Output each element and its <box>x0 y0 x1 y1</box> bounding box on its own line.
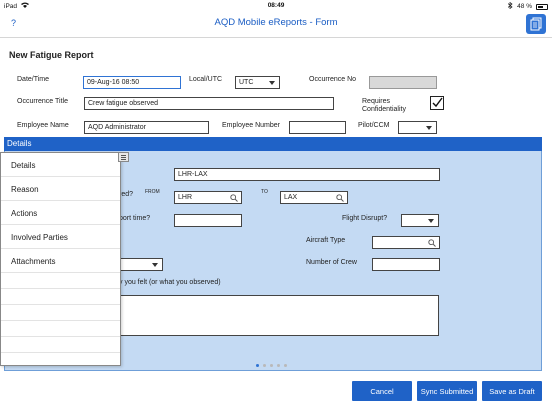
employee-number-input[interactable] <box>289 121 346 134</box>
page-indicator[interactable] <box>256 364 287 367</box>
local-utc-label: Local/UTC <box>189 76 223 83</box>
requires-confidentiality-label-2: Confidentiality <box>362 106 406 113</box>
menu-item-reason[interactable]: Reason <box>1 177 120 201</box>
page-dot[interactable] <box>284 364 287 367</box>
date-time-label: Date/Time <box>17 76 50 83</box>
menu-empty-row <box>1 289 120 305</box>
occurrence-title-label: Occurrence Title <box>17 98 68 105</box>
date-time-input[interactable]: 09-Aug-16 08:50 <box>83 76 181 89</box>
search-icon <box>336 194 344 202</box>
page-dot[interactable] <box>277 364 280 367</box>
checkmark-icon <box>432 97 443 108</box>
menu-item-actions[interactable]: Actions <box>1 201 120 225</box>
page-dot[interactable] <box>263 364 266 367</box>
employee-name-label: Employee Name <box>17 122 69 129</box>
sync-submitted-button[interactable]: Sync Submitted <box>417 381 477 401</box>
employee-name-input[interactable]: AQD Administrator <box>84 121 209 134</box>
route-input[interactable]: LHR-LAX <box>174 168 440 181</box>
flight-disrupt-label: Flight Disrupt? <box>342 215 388 222</box>
section-menu: Details Reason Actions Involved Parties … <box>0 152 121 366</box>
flight-disrupt-select[interactable] <box>401 214 439 227</box>
pilot-ccm-label: Pilot/CCM <box>358 122 390 129</box>
from-label: FROM <box>145 189 160 195</box>
partial-select[interactable] <box>118 258 163 271</box>
form-title: New Fatigue Report <box>9 50 94 60</box>
app-header: ? AQD Mobile eReports - Form <box>0 10 552 38</box>
search-icon <box>230 194 238 202</box>
menu-item-details[interactable]: Details <box>1 153 120 177</box>
documents-button[interactable] <box>526 14 546 34</box>
pilot-ccm-select[interactable] <box>398 121 437 134</box>
battery-icon <box>536 3 548 10</box>
requires-confidentiality-checkbox[interactable] <box>430 96 444 110</box>
documents-icon <box>530 17 542 31</box>
number-of-crew-label: Number of Crew <box>306 259 357 266</box>
occurrence-no-field <box>369 76 437 89</box>
aircraft-type-label: Aircraft Type <box>306 237 346 244</box>
felt-textarea[interactable] <box>105 295 439 336</box>
menu-empty-row <box>1 321 120 337</box>
search-icon <box>428 239 436 247</box>
battery-percent: 48 % <box>517 3 532 10</box>
aircraft-type-input[interactable] <box>372 236 440 249</box>
status-bar: iPad 08:49 48 % <box>0 0 552 10</box>
occurrence-no-label: Occurrence No <box>309 76 357 83</box>
menu-empty-row <box>1 305 120 321</box>
red-label: red? <box>119 191 134 198</box>
employee-number-label: Employee Number <box>222 122 280 129</box>
to-value: LAX <box>284 194 298 201</box>
felt-label: y you felt (or what you observed) <box>119 279 221 286</box>
menu-empty-row <box>1 337 120 353</box>
menu-item-involved-parties[interactable]: Involved Parties <box>1 225 120 249</box>
from-input[interactable]: LHR <box>174 191 242 204</box>
menu-toggle-handle[interactable] <box>118 152 129 162</box>
page-dot[interactable] <box>270 364 273 367</box>
from-value: LHR <box>178 194 193 201</box>
occurrence-title-input[interactable]: Crew fatigue observed <box>84 97 334 110</box>
clock: 08:49 <box>267 2 285 9</box>
details-section-header: Details <box>4 137 542 151</box>
page-dot[interactable] <box>256 364 259 367</box>
to-input[interactable]: LAX <box>280 191 348 204</box>
local-utc-select[interactable]: UTC <box>235 76 280 89</box>
report-time-input[interactable] <box>174 214 242 227</box>
save-as-draft-button[interactable]: Save as Draft <box>482 381 542 401</box>
cancel-button[interactable]: Cancel <box>352 381 412 401</box>
report-time-label: port time? <box>119 215 151 222</box>
requires-confidentiality-label-1: Requires <box>362 98 391 105</box>
menu-empty-row <box>1 273 120 289</box>
app-title: AQD Mobile eReports - Form <box>214 17 338 28</box>
number-of-crew-input[interactable] <box>372 258 440 271</box>
to-label: TO <box>261 189 268 195</box>
menu-item-attachments[interactable]: Attachments <box>1 249 120 273</box>
